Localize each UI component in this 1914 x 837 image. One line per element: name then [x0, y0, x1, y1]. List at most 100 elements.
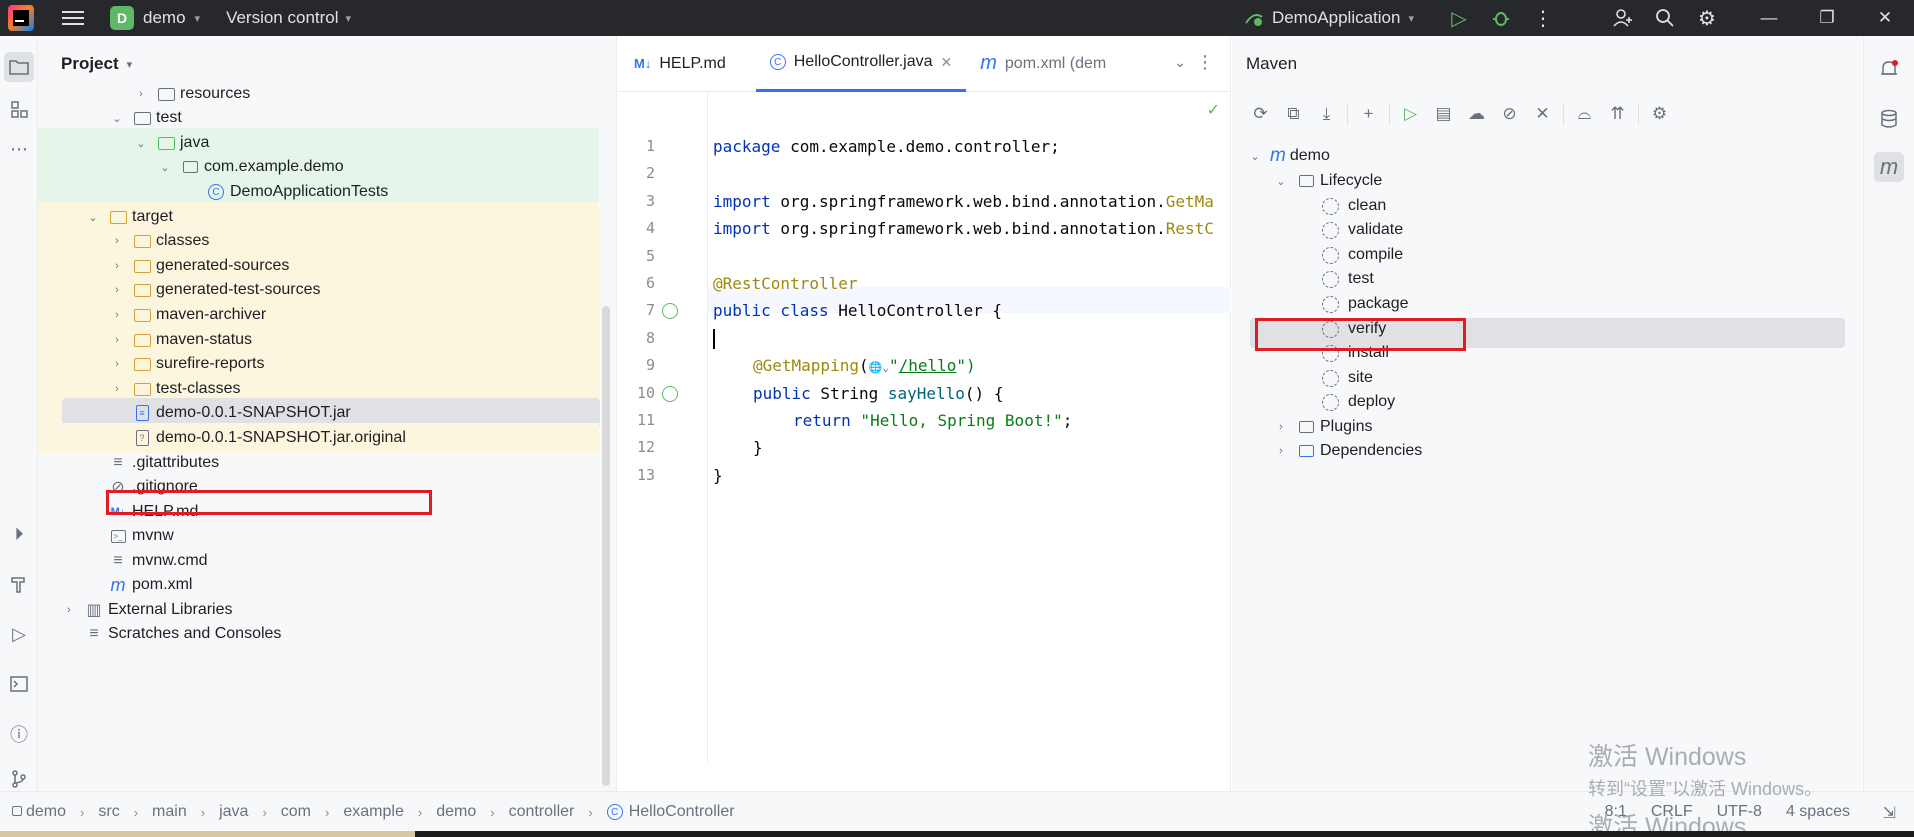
chevron-down-icon[interactable]: ⌄ — [1174, 54, 1186, 71]
main-menu-icon[interactable] — [62, 11, 84, 25]
folder-icon — [132, 381, 152, 397]
tab-hellocontroller[interactable]: C HelloController.java ✕ — [755, 36, 967, 92]
close-icon[interactable]: ✕ — [1856, 0, 1914, 36]
unknown-file-icon: ? — [132, 430, 152, 446]
line-number: 4 — [645, 219, 655, 237]
chevron-right-icon: › — [200, 804, 206, 820]
database-icon[interactable] — [1874, 104, 1904, 134]
expand-icon[interactable]: ⇈ — [1601, 100, 1634, 128]
line-number: 9 — [645, 356, 655, 374]
breadcrumb-controller[interactable]: controller — [509, 803, 575, 821]
generate-sources-icon[interactable]: ⧉ — [1277, 100, 1310, 128]
checkmark-icon[interactable]: ✓ — [1207, 100, 1220, 120]
tab-label: HELP.md — [659, 54, 726, 72]
search-icon[interactable] — [1644, 0, 1686, 36]
maven-toolbar: ⟳ ⧉ ⤓ + ▷ ▤ ☁ ⊘ ✕ ⌓ ⇈ ⚙ — [1244, 100, 1676, 128]
tab-pom-xml[interactable]: m pom.xml (dem — [966, 36, 1116, 92]
run-tool-icon[interactable]: ▷ — [4, 619, 34, 649]
chevron-right-icon: › — [1279, 421, 1283, 433]
chevron-right-icon: › — [417, 804, 423, 820]
add-icon[interactable]: + — [1352, 100, 1385, 128]
project-tool-folder-icon[interactable] — [4, 52, 34, 82]
breadcrumb-com[interactable]: com — [281, 803, 311, 821]
vcs-widget[interactable]: Version control ▾ — [226, 8, 351, 28]
code-line-3: import org.springframework.web.bind.anno… — [713, 192, 1214, 211]
tree-label: target — [132, 208, 173, 225]
maven-panel-title: Maven — [1246, 54, 1298, 73]
maven-tool-icon[interactable]: m — [1874, 152, 1904, 182]
more-tools-icon[interactable]: ⋯ — [4, 134, 34, 164]
vcs-label: Version control — [226, 8, 339, 27]
structure-icon[interactable] — [4, 94, 34, 124]
endpoint-gutter-icon[interactable] — [662, 386, 678, 402]
more-actions-icon[interactable]: ⋮ — [1522, 0, 1564, 36]
more-tabs-icon[interactable]: ⋮ — [1196, 52, 1214, 73]
tree-label: classes — [156, 232, 210, 249]
chevron-right-icon: › — [325, 804, 330, 820]
gear-icon — [1322, 369, 1339, 387]
library-icon: ▥ — [86, 602, 102, 619]
download-icon[interactable]: ⤓ — [1310, 100, 1343, 128]
run-icon[interactable]: ▷ — [1438, 0, 1480, 36]
project-scrollbar[interactable] — [602, 306, 610, 786]
services-icon[interactable]: ⏵ — [4, 519, 34, 549]
tab-help-md[interactable]: M↓ HELP.md — [618, 36, 740, 92]
show-dependencies-icon[interactable]: ⌓ — [1568, 100, 1601, 128]
plugins-folder-icon — [1296, 419, 1316, 435]
excluded-folder-icon — [108, 209, 128, 225]
breadcrumb-demo[interactable]: demo — [12, 803, 66, 821]
tab-label: pom.xml (dem — [1004, 54, 1107, 72]
chevron-down-icon: ⌄ — [160, 161, 170, 174]
reload-icon[interactable]: ⟳ — [1244, 100, 1277, 128]
maven-settings-icon[interactable]: ⚙ — [1643, 100, 1676, 128]
skip-tests-icon[interactable]: ⊘ — [1493, 100, 1526, 128]
minimize-icon[interactable]: — — [1740, 0, 1798, 36]
bean-gutter-icon[interactable] — [662, 303, 678, 319]
run-config-selector[interactable]: DemoApplication ▾ — [1244, 8, 1414, 28]
offline-mode-icon[interactable]: ☁ — [1460, 100, 1493, 128]
chevron-down-icon: ⌄ — [136, 137, 146, 150]
lock-icon[interactable]: ⇲ — [1883, 803, 1896, 823]
run-icon[interactable]: ▷ — [1394, 100, 1427, 128]
restore-icon[interactable]: ❐ — [1798, 0, 1856, 36]
code-area[interactable]: package com.example.demo.controller; imp… — [713, 92, 1231, 762]
tree-label: generated-sources — [156, 257, 290, 274]
breadcrumb-example[interactable]: example — [343, 803, 403, 821]
gear-icon — [1322, 270, 1339, 288]
add-user-icon[interactable] — [1602, 0, 1644, 36]
breadcrumb-java[interactable]: java — [219, 803, 248, 821]
breadcrumb-main[interactable]: main — [152, 803, 187, 821]
line-number: 12 — [636, 438, 655, 456]
tree-label: demo-0.0.1-SNAPSHOT.jar.original — [156, 429, 406, 446]
phase-label: package — [1348, 295, 1409, 312]
code-line-7: public class HelloController { — [713, 301, 1002, 320]
settings-gear-icon[interactable]: ⚙ — [1686, 0, 1728, 36]
project-panel: Project ▾ › resources ⌄ test ⌄ java ⌄ co… — [38, 36, 617, 791]
breadcrumb-hellocontroller[interactable]: C HelloController — [606, 803, 735, 821]
execute-goal-icon[interactable]: ▤ — [1427, 100, 1460, 128]
tree-item-scratches[interactable]: ≡ Scratches and Consoles — [38, 619, 599, 649]
tree-label: Plugins — [1320, 418, 1373, 435]
close-tab-icon[interactable]: ✕ — [940, 54, 952, 71]
breadcrumb-src[interactable]: src — [98, 803, 119, 821]
code-line-1: package com.example.demo.controller; — [713, 137, 1060, 156]
breadcrumb-demo-pkg[interactable]: demo — [436, 803, 476, 821]
project-widget[interactable]: D demo ▾ — [110, 6, 200, 30]
left-tool-strip: ⋯ ⏵ ▷ ⓘ — [0, 36, 38, 791]
app-logo-icon[interactable] — [8, 5, 34, 31]
maven-dependencies[interactable]: › Dependencies — [1274, 436, 1422, 466]
notifications-bell-icon[interactable] — [1874, 54, 1904, 84]
collapse-all-icon[interactable]: ✕ — [1526, 100, 1559, 128]
terminal-icon[interactable] — [4, 669, 34, 699]
folder-icon — [132, 356, 152, 372]
git-branch-icon[interactable] — [4, 769, 34, 789]
chevron-right-icon: › — [115, 334, 119, 346]
scratches-icon: ≡ — [89, 625, 99, 642]
build-hammer-icon[interactable] — [4, 569, 34, 599]
chevron-down-icon: ▾ — [126, 58, 133, 71]
debug-icon[interactable] — [1480, 0, 1522, 36]
tree-label: surefire-reports — [156, 355, 265, 372]
text-file-icon: ≡ — [113, 552, 123, 569]
problems-icon[interactable]: ⓘ — [4, 719, 34, 749]
tree-label: generated-test-sources — [156, 281, 321, 298]
